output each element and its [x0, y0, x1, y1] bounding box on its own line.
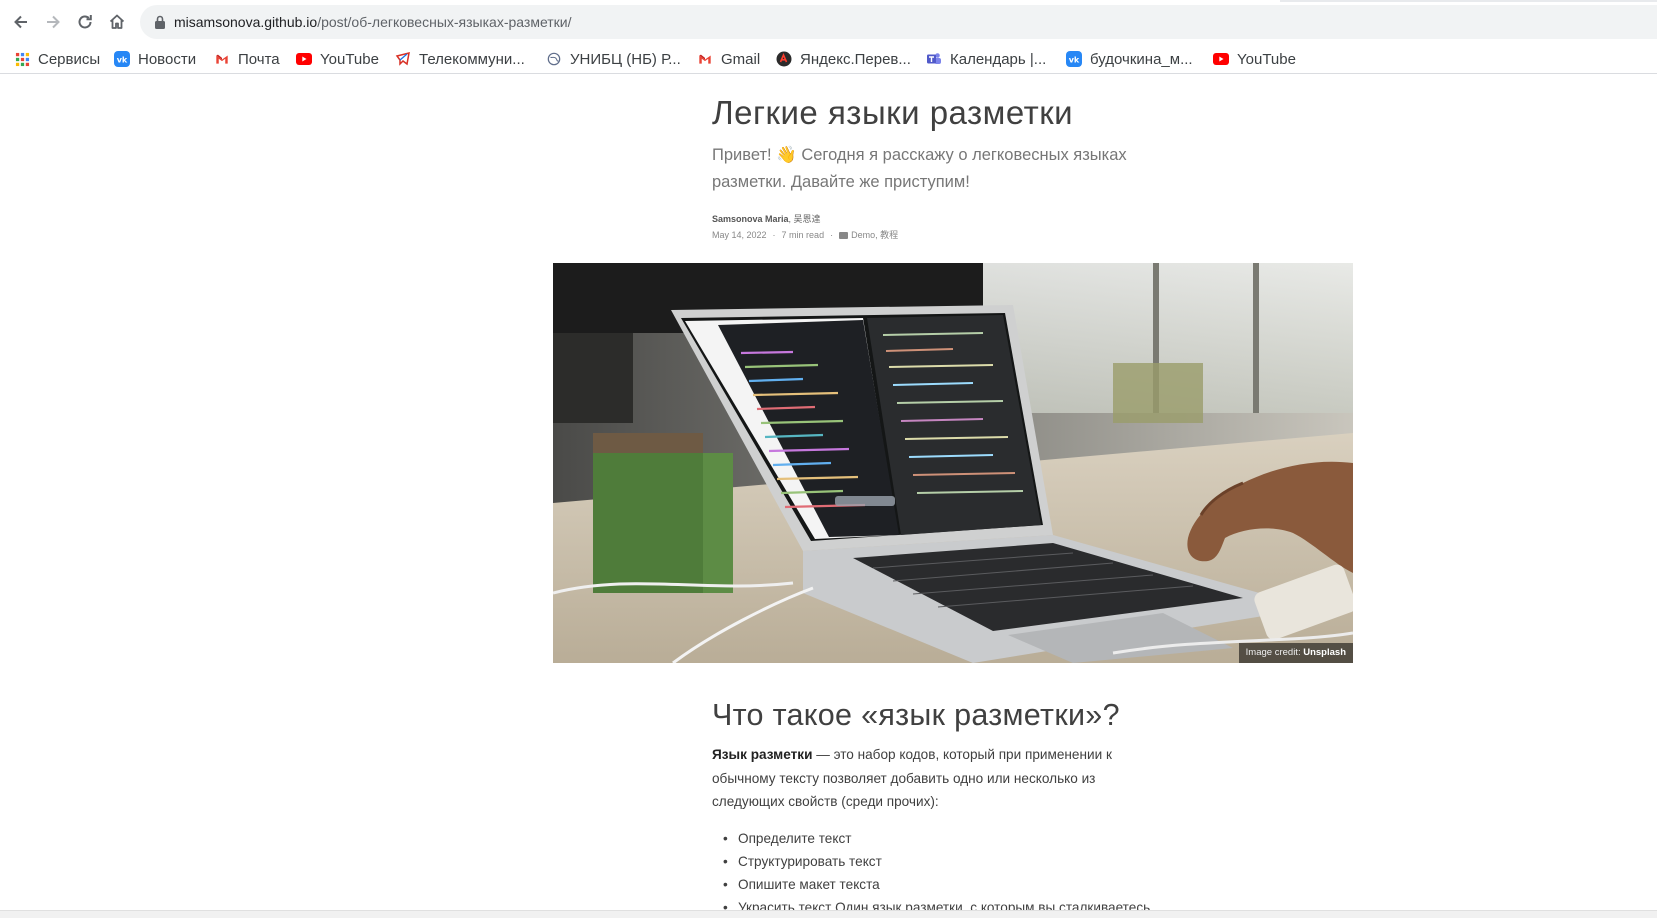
bookmark-label: YouTube — [1237, 50, 1296, 68]
post-date: May 14, 2022 — [712, 230, 767, 240]
laptop-photo-illustration — [553, 263, 1353, 663]
telecom-icon — [395, 51, 411, 67]
section-heading: Что такое «язык разметки»? — [712, 698, 1120, 732]
tab-strip-edge — [1280, 0, 1657, 2]
image-credit-label: Image credit: — [1245, 647, 1304, 658]
url-text: misamsonova.github.io/post/об-легковесны… — [174, 13, 572, 31]
apps-grid-icon — [14, 51, 30, 67]
bookmark-services[interactable]: Сервисы — [14, 44, 100, 74]
globe-icon — [546, 51, 562, 67]
list-item: Структурировать текст — [723, 850, 1150, 873]
bookmark-mail[interactable]: Почта — [214, 44, 280, 74]
address-bar[interactable]: misamsonova.github.io/post/об-легковесны… — [140, 5, 1657, 39]
post-authors: Samsonova Maria, 吴恩達 — [712, 212, 821, 225]
yandex-translate-icon — [776, 51, 792, 67]
bookmark-youtube-2[interactable]: YouTube — [1213, 44, 1296, 74]
browser-toolbar: misamsonova.github.io/post/об-легковесны… — [0, 0, 1657, 44]
bookmark-calendar[interactable]: Календарь |... — [926, 44, 1046, 74]
bookmark-label: Телекоммуни... — [419, 50, 525, 68]
teams-icon — [926, 51, 942, 67]
arrow-left-icon — [14, 15, 27, 29]
arrow-right-icon — [47, 15, 60, 29]
list-item: Опишите макет текста — [723, 873, 1150, 896]
home-icon — [109, 14, 125, 29]
back-button[interactable] — [9, 10, 33, 34]
section-intro: Язык разметки — это набор кодов, который… — [712, 743, 1132, 814]
intro-term: Язык разметки — [712, 747, 813, 762]
bookmark-label: Календарь |... — [950, 50, 1047, 68]
bookmark-label: Почта — [238, 50, 280, 68]
url-path: /post/об-легковесных-языках-разметки/ — [317, 14, 572, 30]
lock-icon — [155, 15, 165, 29]
bookmark-unibc[interactable]: УНИБЦ (НБ) Р... — [546, 44, 681, 74]
bookmarks-bar: Сервисы vk Новости Почта YouTube Телеком… — [0, 44, 1657, 74]
list-item: Определите текст — [723, 827, 1150, 850]
reload-icon — [78, 15, 92, 29]
bookmark-label: Яндекс.Перев... — [800, 50, 911, 68]
featured-image: Image credit: Unsplash — [553, 263, 1353, 663]
image-credit: Image credit: Unsplash — [1238, 643, 1353, 663]
horizontal-scrollbar[interactable] — [0, 910, 1657, 918]
bookmark-label: YouTube — [320, 50, 379, 68]
url-host: misamsonova.github.io — [174, 14, 318, 30]
meta-separator: · — [772, 230, 776, 240]
svg-text:vk: vk — [1069, 56, 1080, 65]
post-meta: May 14, 2022 · 7 min read · Demo, 教程 — [712, 228, 898, 241]
vk-icon: vk — [1066, 51, 1082, 67]
post-title: Легкие языки разметки — [712, 94, 1074, 131]
bookmark-yandex-translate[interactable]: Яндекс.Перев... — [776, 44, 911, 74]
forward-button[interactable] — [41, 10, 65, 34]
author-link[interactable]: Samsonova Maria — [712, 214, 789, 224]
bookmark-label: Сервисы — [38, 50, 101, 68]
bookmark-gmail[interactable]: Gmail — [697, 44, 760, 74]
post-categories[interactable]: Demo, 教程 — [851, 230, 898, 240]
properties-list: Определите текст Структурировать текст О… — [723, 827, 1150, 918]
reload-button[interactable] — [73, 10, 97, 34]
svg-text:vk: vk — [117, 56, 128, 65]
author-extra: , 吴恩達 — [788, 214, 821, 224]
bookmark-news[interactable]: vk Новости — [114, 44, 196, 74]
home-button[interactable] — [105, 10, 129, 34]
youtube-icon — [1213, 51, 1229, 67]
folder-icon — [839, 232, 849, 239]
meta-separator: · — [830, 230, 834, 240]
gmail-icon — [697, 51, 713, 67]
bookmark-budochkina[interactable]: vk будочкина_м... — [1066, 44, 1193, 74]
read-time: 7 min read — [781, 230, 825, 240]
youtube-icon — [296, 51, 312, 67]
bookmark-youtube-1[interactable]: YouTube — [296, 44, 379, 74]
post-subtitle: Привет! 👋 Сегодня я расскажу о легковесн… — [712, 146, 1127, 191]
bookmark-label: УНИБЦ (НБ) Р... — [570, 50, 681, 68]
bookmark-label: Новости — [138, 50, 197, 68]
image-credit-link[interactable]: Unsplash — [1303, 647, 1346, 658]
bookmark-label: Gmail — [721, 50, 761, 68]
bookmark-label: будочкина_м... — [1090, 50, 1193, 68]
vk-icon: vk — [114, 51, 130, 67]
gmail-icon — [214, 51, 230, 67]
bookmark-telecom[interactable]: Телекоммуни... — [395, 44, 525, 74]
